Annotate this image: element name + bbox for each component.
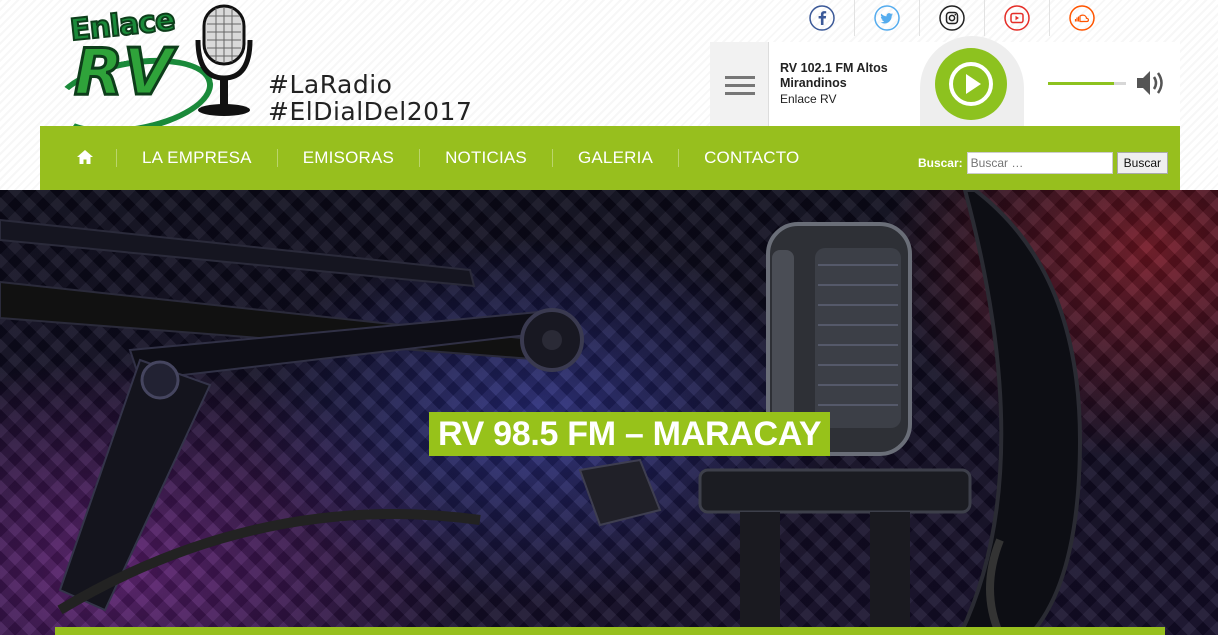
youtube-icon <box>1004 5 1030 31</box>
search-label: Buscar: <box>917 156 963 170</box>
facebook-icon <box>809 5 835 31</box>
youtube-link[interactable] <box>985 0 1050 36</box>
main-navigation: LA EMPRESA EMISORAS NOTICIAS GALERIA CON… <box>40 126 1180 190</box>
logo-tagline-radio: #LaRadio <box>268 70 393 99</box>
instagram-icon <box>939 5 965 31</box>
microphone-icon <box>195 4 253 116</box>
home-icon <box>77 150 93 164</box>
social-links <box>790 0 1114 36</box>
player-station-name: RV 102.1 FM Altos Mirandinos <box>780 61 888 90</box>
logo-tagline-dial: #ElDialDel2017 <box>268 97 473 126</box>
nav-item-la-empresa[interactable]: LA EMPRESA <box>116 149 277 167</box>
volume-icon[interactable] <box>1135 68 1167 98</box>
twitter-icon <box>874 5 900 31</box>
play-icon <box>949 62 993 106</box>
radio-player: RV 102.1 FM Altos Mirandinos Enlace RV <box>710 36 1180 132</box>
search-input[interactable] <box>966 152 1113 174</box>
content-top-strip <box>55 627 1165 635</box>
site-logo[interactable]: Enlace RV #LaRadio #ElDialDel2017 <box>46 2 472 146</box>
nav-item-galeria[interactable]: GALERIA <box>551 149 678 167</box>
hero-title: RV 98.5 FM – MARACAY <box>429 412 831 456</box>
nav-item-noticias[interactable]: NOTICIAS <box>419 149 552 167</box>
nav-menu: LA EMPRESA EMISORAS NOTICIAS GALERIA CON… <box>54 126 824 190</box>
soundcloud-link[interactable] <box>1050 0 1114 36</box>
search-button[interactable]: Buscar <box>1116 152 1168 174</box>
twitter-link[interactable] <box>855 0 920 36</box>
player-menu-button[interactable] <box>710 42 769 126</box>
search-form: Buscar: Buscar <box>918 152 1168 174</box>
facebook-link[interactable] <box>790 0 855 36</box>
soundcloud-icon <box>1069 5 1095 31</box>
nav-item-emisoras[interactable]: EMISORAS <box>276 149 419 167</box>
nav-item-contacto[interactable]: CONTACTO <box>678 149 824 167</box>
instagram-link[interactable] <box>920 0 985 36</box>
play-button[interactable] <box>935 48 1007 120</box>
nav-home[interactable] <box>54 149 116 167</box>
player-artist-name: Enlace RV <box>780 92 837 106</box>
hero-banner: RV 98.5 FM – MARACAY <box>0 190 1218 635</box>
logo-word-rv: RV <box>73 35 175 112</box>
volume-level <box>1048 82 1115 85</box>
